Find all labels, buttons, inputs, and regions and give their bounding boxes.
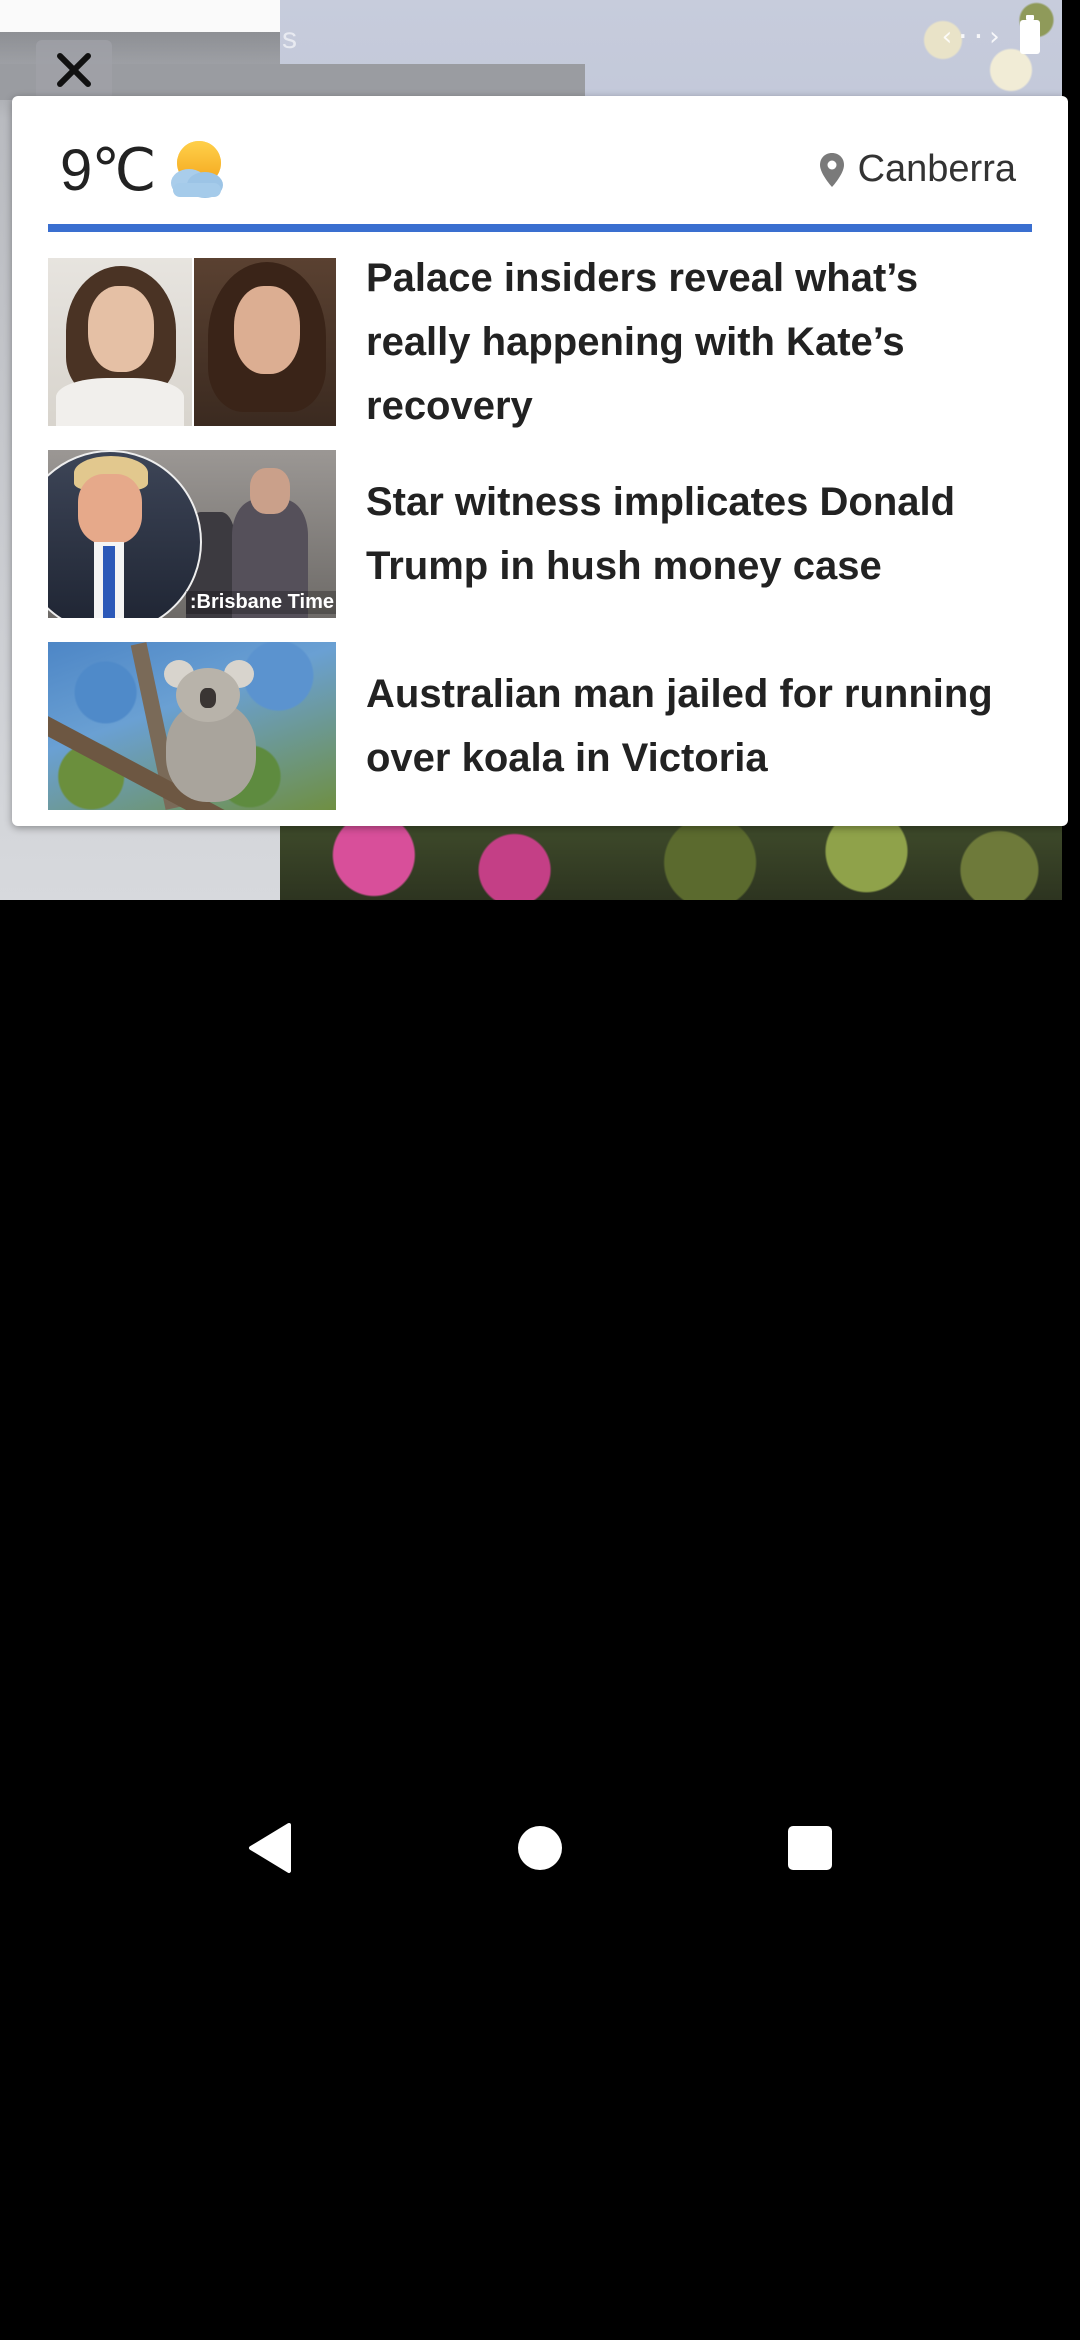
- close-button[interactable]: [36, 40, 112, 100]
- news-thumbnail-koala: [48, 642, 336, 810]
- status-icons: ‹··›: [939, 15, 1040, 54]
- news-thumbnail-trump: :Brisbane Time: [48, 450, 336, 618]
- weather-info[interactable]: 9℃: [60, 136, 225, 204]
- recents-button[interactable]: [762, 1800, 858, 1896]
- news-weather-widget: 9℃ Canberra Palace insiders reveal what’…: [12, 96, 1068, 826]
- location-pin-icon: [819, 152, 844, 187]
- background-topbar: [0, 0, 280, 32]
- thumbnail-watermark: :Brisbane Time: [185, 591, 336, 614]
- location-city: Canberra: [857, 148, 1016, 190]
- battery-icon: [1020, 15, 1040, 54]
- news-thumbnail-kate: [48, 258, 336, 426]
- close-icon: [57, 53, 91, 87]
- screen: s ‹··› 9℃ Canberra Palace insiders revea…: [0, 0, 1080, 2340]
- accent-divider: [48, 224, 1032, 232]
- news-headline: Palace insiders reveal what’s really hap…: [366, 256, 919, 428]
- news-item[interactable]: Australian man jailed for running over k…: [48, 642, 1032, 810]
- back-button[interactable]: [222, 1800, 318, 1896]
- back-triangle-icon: [249, 1823, 291, 1873]
- code-icon: ‹··›: [939, 22, 1002, 52]
- background-label: s: [282, 22, 297, 55]
- recents-square-icon: [788, 1826, 832, 1870]
- location-selector[interactable]: Canberra: [819, 148, 1016, 191]
- background-flowers: [280, 825, 1062, 900]
- partly-cloudy-icon: [171, 141, 224, 198]
- temperature: 9℃: [60, 138, 156, 203]
- news-headline: Star witness implicates Donald Trump in …: [366, 480, 956, 588]
- home-button[interactable]: [492, 1800, 588, 1896]
- news-item[interactable]: :Brisbane Time Star witness implicates D…: [48, 450, 1032, 618]
- news-item[interactable]: Palace insiders reveal what’s really hap…: [48, 256, 1032, 428]
- news-headline: Australian man jailed for running over k…: [366, 672, 993, 780]
- navigation-bar: [0, 1800, 1080, 1896]
- news-list: Palace insiders reveal what’s really hap…: [48, 256, 1032, 834]
- home-circle-icon: [518, 1826, 562, 1870]
